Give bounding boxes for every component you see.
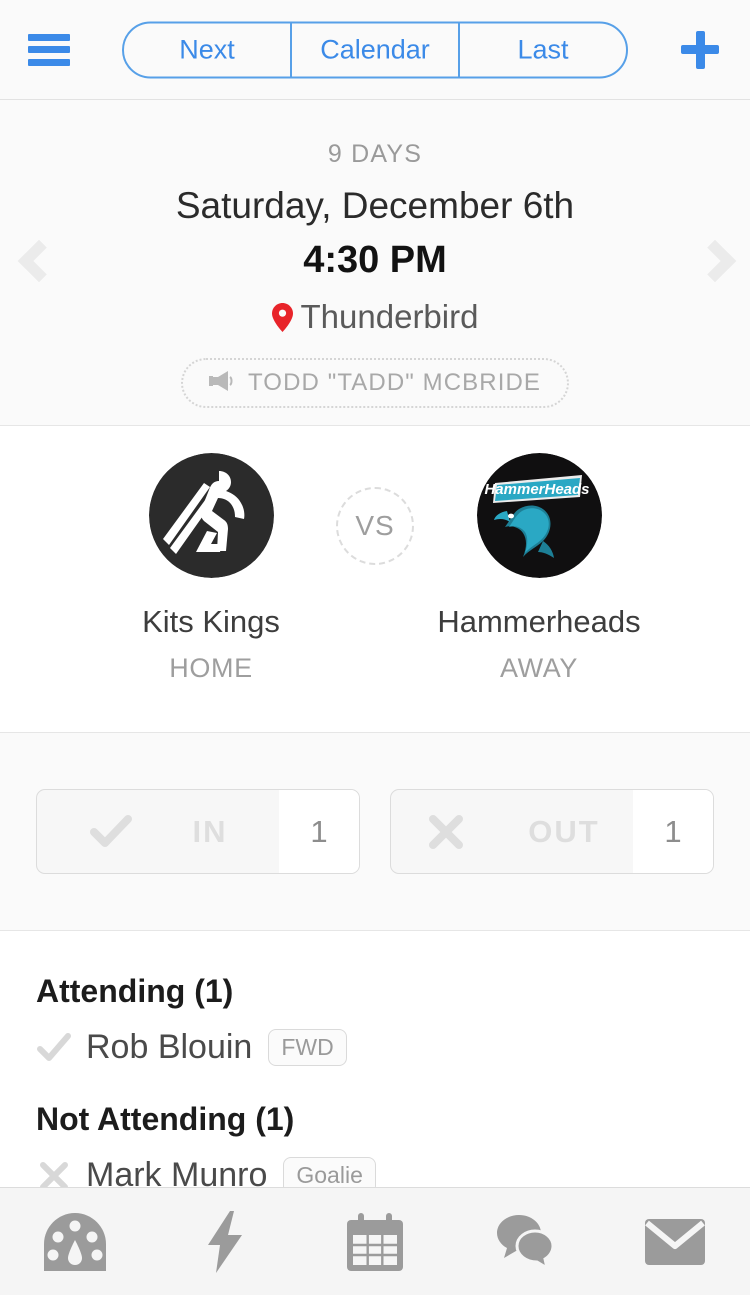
map-pin-icon: [271, 302, 293, 332]
rsvp-in-label: IN: [192, 813, 228, 849]
tab-last[interactable]: Last: [460, 23, 626, 76]
rsvp-in-count: 1: [279, 790, 359, 873]
plus-icon[interactable]: [674, 24, 726, 76]
away-team[interactable]: HammerHeads Hammerheads AWAY: [414, 453, 664, 684]
attending-heading: Attending (1): [36, 973, 234, 1009]
tab-mail[interactable]: [620, 1218, 730, 1265]
hamburger-bar: [28, 58, 70, 66]
hamburger-menu-icon[interactable]: [28, 33, 70, 66]
coach-chip[interactable]: TODD "TADD" MCBRIDE: [180, 358, 570, 408]
svg-text:HammerHeads: HammerHeads: [484, 481, 589, 498]
lightning-bolt-icon: [208, 1210, 242, 1273]
chevron-left-icon[interactable]: [14, 239, 61, 286]
home-team-role: HOME: [169, 653, 253, 683]
kits-kings-logo: [148, 453, 274, 578]
hamburger-bar: [28, 33, 70, 41]
chevron-right-icon[interactable]: [690, 239, 737, 286]
bottom-tab-bar: [0, 1187, 750, 1295]
hammerheads-logo: HammerHeads: [476, 453, 602, 578]
matchup-section: Kits Kings HOME VS HammerHeads Hammerhea…: [0, 426, 750, 733]
envelope-icon: [645, 1218, 705, 1265]
tab-messages[interactable]: [470, 1214, 580, 1269]
game-header: 9 DAYS Saturday, December 6th 4:30 PM Th…: [0, 100, 750, 426]
coach-name: TODD "TADD" MCBRIDE: [247, 369, 542, 396]
tab-calendar[interactable]: Calendar: [290, 23, 460, 76]
countdown-label: 9 DAYS: [327, 140, 423, 168]
tab-schedule[interactable]: [320, 1212, 430, 1271]
venue-name: Thunderbird: [300, 298, 479, 335]
check-icon: [36, 1030, 72, 1066]
vs-badge: VS: [336, 487, 414, 565]
check-icon: [89, 810, 133, 854]
top-navigation-bar: Next Calendar Last: [0, 0, 750, 100]
rsvp-in-button[interactable]: IN 1: [36, 789, 360, 874]
tab-dashboard[interactable]: [20, 1212, 130, 1271]
vs-label: VS: [355, 510, 395, 541]
venue-row[interactable]: Thunderbird: [271, 298, 479, 336]
rsvp-in-main: IN: [37, 790, 279, 873]
game-time: 4:30 PM: [303, 239, 447, 281]
view-segmented-control: Next Calendar Last: [122, 21, 628, 78]
away-team-name: Hammerheads: [437, 604, 641, 639]
tab-next[interactable]: Next: [124, 23, 290, 76]
x-icon: [424, 810, 468, 854]
home-team[interactable]: Kits Kings HOME: [86, 453, 336, 684]
player-name: Rob Blouin: [86, 1028, 253, 1066]
rsvp-out-button[interactable]: OUT 1: [390, 789, 714, 874]
game-date: Saturday, December 6th: [175, 185, 575, 226]
tab-activity[interactable]: [170, 1210, 280, 1273]
player-position-badge: FWD: [268, 1029, 347, 1066]
home-team-name: Kits Kings: [142, 604, 280, 639]
rsvp-out-label: OUT: [528, 813, 600, 849]
list-item[interactable]: Rob Blouin FWD: [36, 1028, 714, 1067]
calendar-icon: [347, 1212, 403, 1271]
megaphone-icon: [208, 369, 235, 398]
rsvp-out-main: OUT: [391, 790, 633, 873]
rsvp-section: IN 1 OUT 1: [0, 733, 750, 931]
app-root: Next Calendar Last 9 DAYS Saturday, Dece…: [0, 0, 750, 1295]
attendance-section: Attending (1) Rob Blouin FWD Not Attendi…: [0, 931, 750, 1195]
away-team-role: AWAY: [500, 653, 578, 683]
dashboard-gauge-icon: [44, 1212, 106, 1271]
hamburger-bar: [28, 46, 70, 53]
not-attending-heading: Not Attending (1): [36, 1101, 295, 1137]
rsvp-out-count: 1: [633, 790, 713, 873]
chat-bubbles-icon: [497, 1214, 553, 1269]
